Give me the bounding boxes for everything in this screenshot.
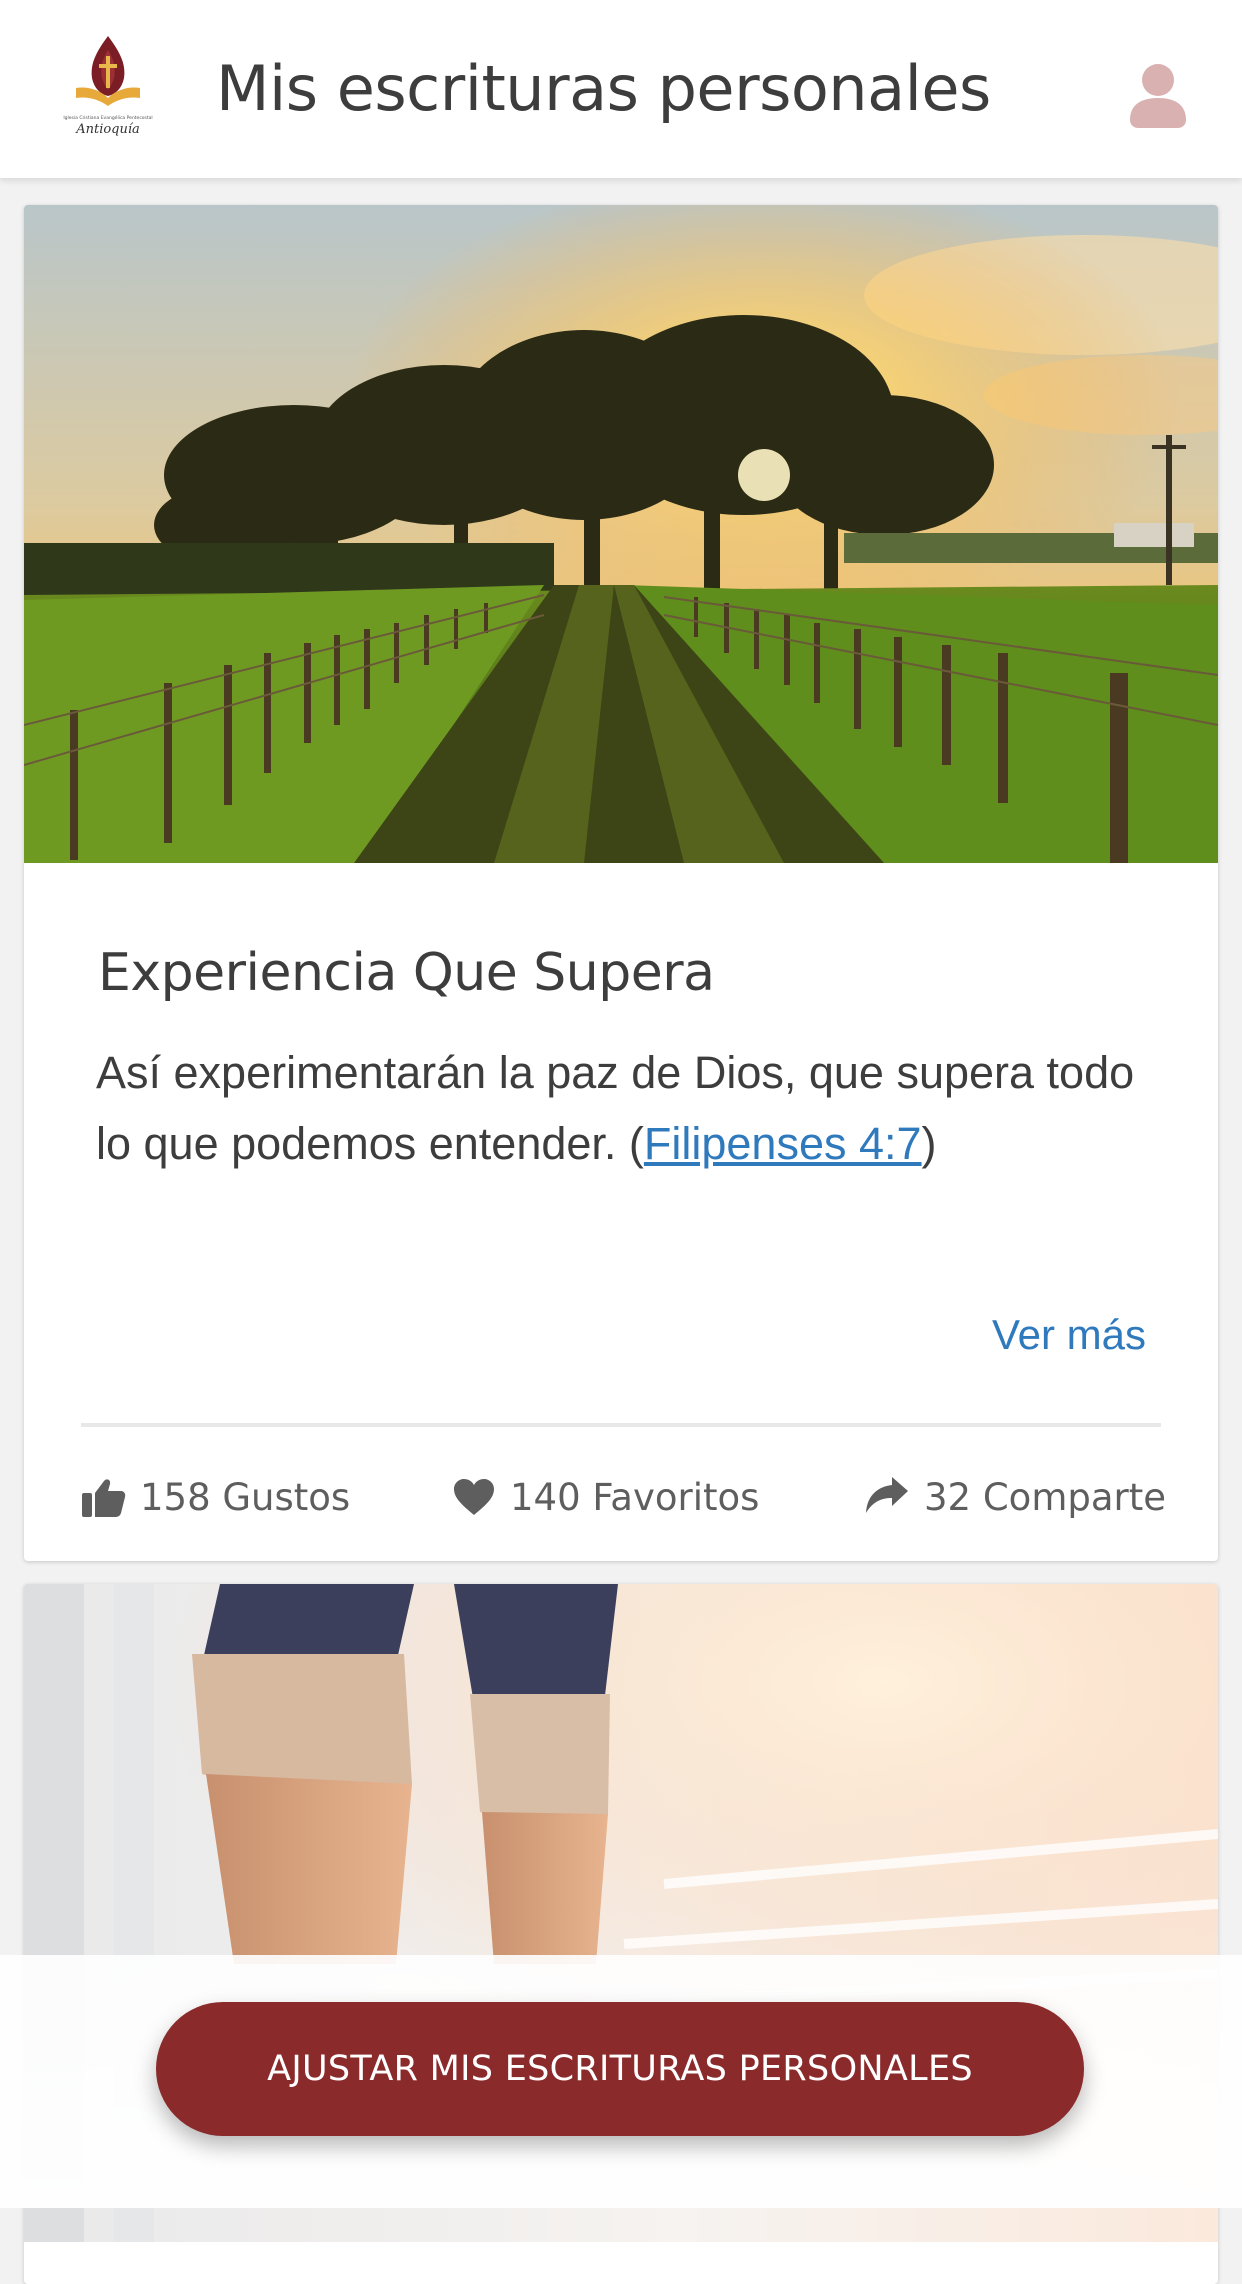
favorites-button[interactable]: 140 Favoritos bbox=[452, 1467, 759, 1527]
card-divider bbox=[81, 1423, 1161, 1427]
card-title: Experiencia Que Supera bbox=[98, 943, 715, 1003]
church-logo[interactable]: Iglesia Cristiana Evangélica Pentecostal… bbox=[46, 26, 170, 150]
church-logo-image: Iglesia Cristiana Evangélica Pentecostal… bbox=[63, 36, 153, 137]
favorites-count: 140 Favoritos bbox=[510, 1475, 760, 1519]
share-arrow-icon bbox=[866, 1477, 908, 1513]
app-header: Iglesia Cristiana Evangélica Pentecostal… bbox=[0, 0, 1242, 178]
likes-count: 158 Gustos bbox=[140, 1475, 351, 1519]
scripture-reference-link[interactable]: Filipenses 4:7 bbox=[644, 1118, 922, 1169]
card-image-sunset-road[interactable] bbox=[24, 205, 1218, 863]
share-button[interactable]: 32 Comparte bbox=[864, 1467, 1166, 1527]
heart-icon bbox=[454, 1479, 494, 1515]
logo-script: Antioquía bbox=[75, 122, 140, 137]
scripture-text-end: ) bbox=[921, 1118, 937, 1169]
page-title: Mis escrituras personales bbox=[216, 52, 991, 125]
shares-count: 32 Comparte bbox=[924, 1475, 1166, 1519]
thumbs-up-icon bbox=[82, 1479, 126, 1517]
user-icon bbox=[1130, 64, 1186, 128]
scripture-text: Así experimentarán la paz de Dios, que s… bbox=[96, 1047, 1135, 1169]
logo-caption: Iglesia Cristiana Evangélica Pentecostal bbox=[63, 114, 152, 121]
see-more-link[interactable]: Ver más bbox=[992, 1311, 1146, 1359]
adjust-scriptures-button[interactable]: AJUSTAR MIS ESCRITURAS PERSONALES bbox=[156, 2002, 1084, 2136]
likes-button[interactable]: 158 Gustos bbox=[82, 1467, 350, 1527]
card-scripture-text: Así experimentarán la paz de Dios, que s… bbox=[96, 1037, 1156, 1179]
scripture-card: Experiencia Que Supera Así experimentará… bbox=[24, 205, 1218, 1561]
user-avatar[interactable] bbox=[1128, 62, 1188, 128]
